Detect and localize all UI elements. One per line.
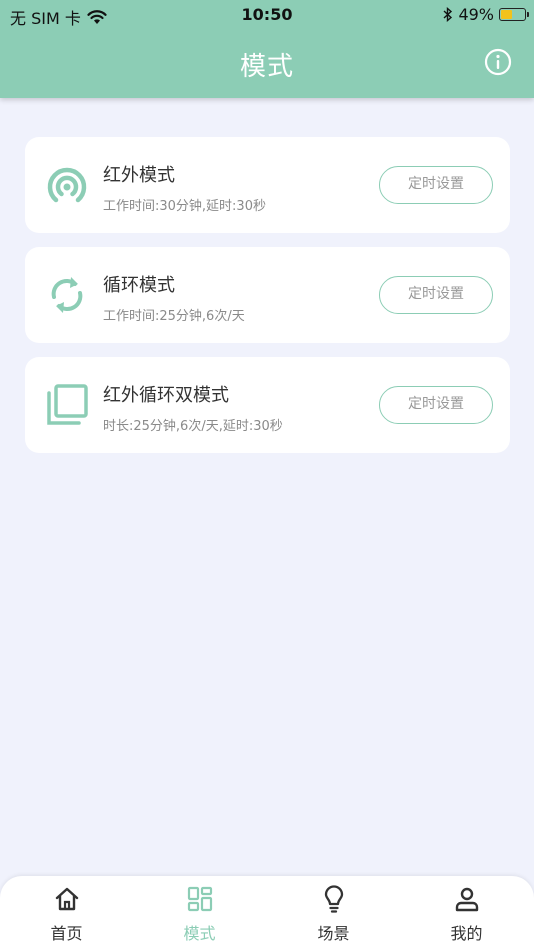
status-right: 49% bbox=[443, 5, 529, 24]
tab-profile[interactable]: 我的 bbox=[400, 876, 533, 950]
schedule-settings-button[interactable]: 定时设置 bbox=[379, 166, 493, 204]
app-header: 无 SIM 卡 10:50 49% 模式 bbox=[0, 0, 534, 98]
info-icon[interactable] bbox=[484, 48, 512, 76]
page-title: 模式 bbox=[239, 52, 294, 82]
tab-scene[interactable]: 场景 bbox=[267, 876, 400, 950]
user-icon bbox=[455, 887, 478, 912]
battery-level bbox=[501, 10, 513, 19]
tab-bar: 首页 模式 场景 我的 bbox=[0, 876, 534, 950]
mode-card-cycle[interactable]: 循环模式 工作时间:25分钟,6次/天 定时设置 bbox=[25, 247, 510, 343]
bulb-icon bbox=[324, 885, 343, 913]
mode-card-dual[interactable]: 红外循环双模式 时长:25分钟,6次/天,延时:30秒 定时设置 bbox=[25, 357, 510, 453]
status-bar: 无 SIM 卡 10:50 49% bbox=[0, 0, 534, 30]
mode-card-infrared[interactable]: 红外模式 工作时间:30分钟,延时:30秒 定时设置 bbox=[25, 137, 510, 233]
tab-label: 我的 bbox=[450, 924, 483, 943]
tab-label: 首页 bbox=[50, 924, 83, 943]
cycle-icon bbox=[51, 277, 83, 313]
tab-mode[interactable]: 模式 bbox=[133, 876, 266, 950]
mode-title: 红外循环双模式 bbox=[103, 385, 229, 406]
tab-home[interactable]: 首页 bbox=[0, 876, 133, 950]
tab-label: 模式 bbox=[183, 924, 216, 943]
mode-subtitle: 时长:25分钟,6次/天,延时:30秒 bbox=[103, 419, 283, 434]
battery-percent: 49% bbox=[458, 5, 494, 24]
mode-title: 循环模式 bbox=[103, 275, 175, 296]
mode-title: 红外模式 bbox=[103, 165, 175, 186]
tab-label: 场景 bbox=[317, 924, 350, 943]
schedule-settings-button[interactable]: 定时设置 bbox=[379, 276, 493, 314]
mode-subtitle: 工作时间:30分钟,延时:30秒 bbox=[103, 199, 266, 214]
infrared-signal-icon bbox=[47, 167, 87, 203]
mode-subtitle: 工作时间:25分钟,6次/天 bbox=[103, 309, 245, 324]
schedule-settings-button[interactable]: 定时设置 bbox=[379, 386, 493, 424]
dual-mode-icon bbox=[47, 384, 88, 425]
battery-icon bbox=[499, 8, 529, 21]
grid-icon bbox=[187, 886, 212, 912]
home-icon bbox=[55, 887, 78, 911]
bluetooth-icon bbox=[443, 7, 453, 22]
